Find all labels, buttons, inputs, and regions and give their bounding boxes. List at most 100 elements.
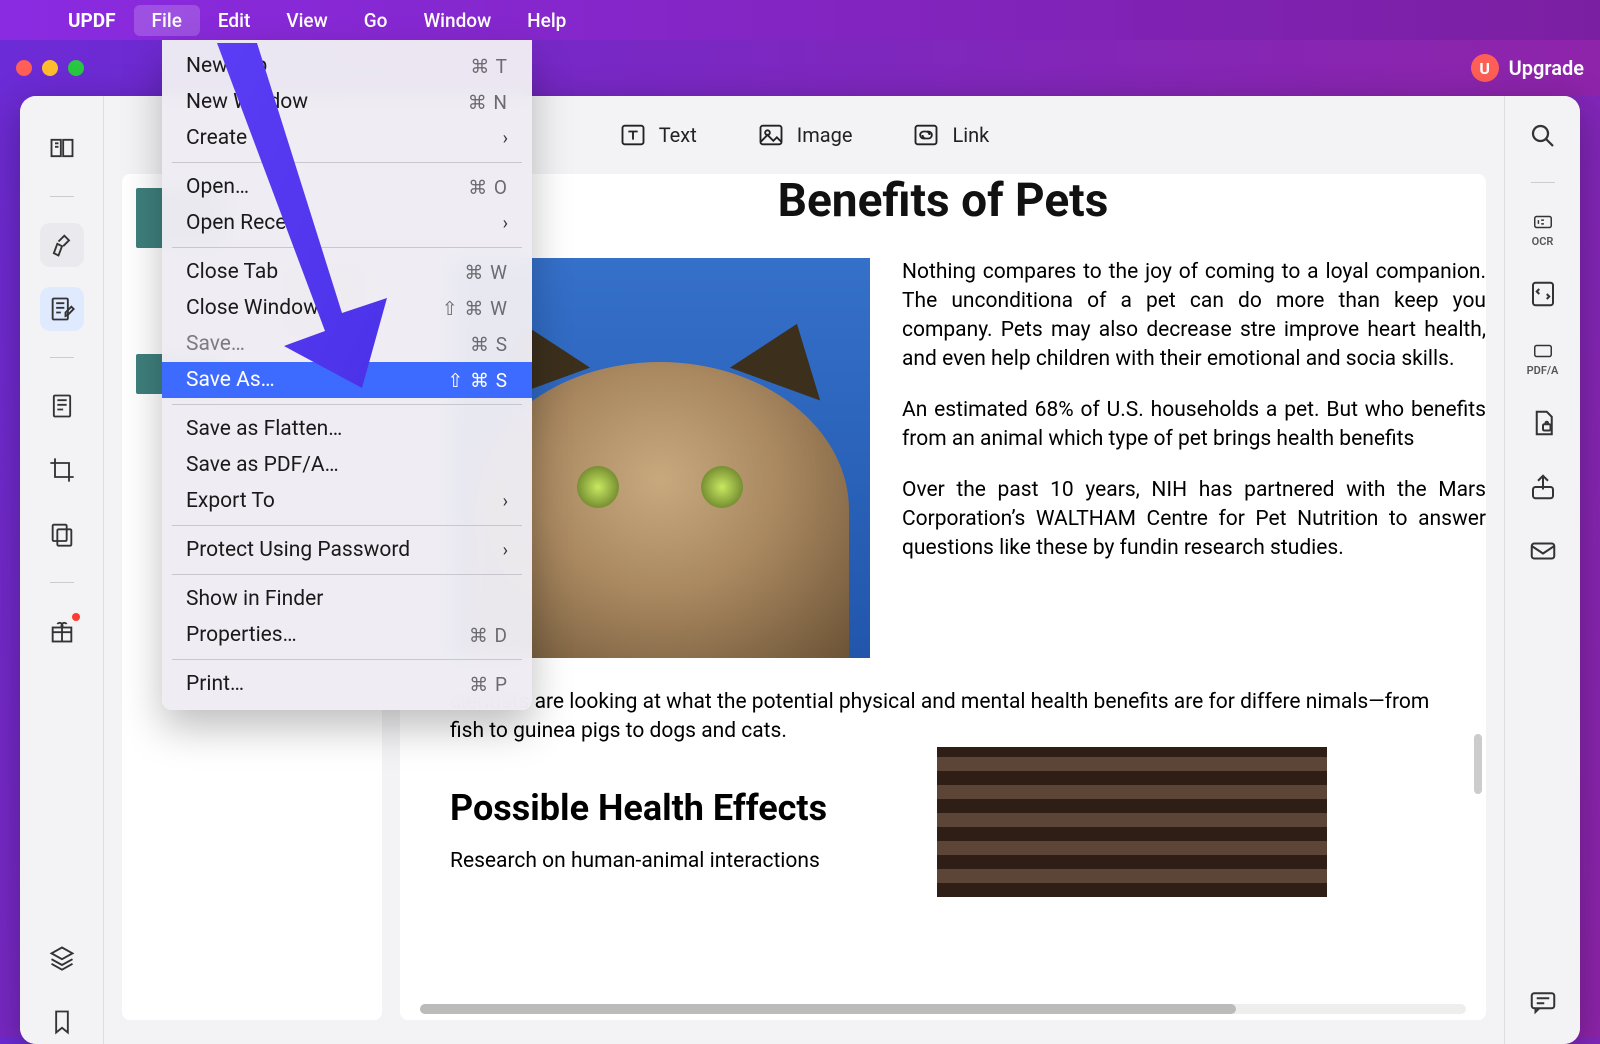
chevron-right-icon: ›: [503, 540, 508, 561]
menu-item-label: Save As…: [186, 368, 275, 392]
comment-button[interactable]: [1521, 984, 1565, 1020]
highlighter-icon: [48, 231, 76, 259]
upgrade-button[interactable]: U Upgrade: [1471, 54, 1584, 82]
file-menu-item-print[interactable]: Print… ⌘ P: [162, 666, 532, 702]
menu-item-shortcut: ⌘ D: [469, 624, 508, 647]
highlight-tool[interactable]: [40, 223, 84, 267]
file-menu-item-close-tab[interactable]: Close Tab ⌘ W: [162, 254, 532, 290]
file-menu-item-new-tab[interactable]: New Tab⌘ T: [162, 48, 532, 84]
menubar-item-view[interactable]: View: [268, 5, 345, 36]
document-title: Benefits of Pets: [400, 174, 1486, 228]
share-button[interactable]: [1521, 469, 1565, 505]
file-menu-item-create[interactable]: Create›: [162, 120, 532, 156]
text-icon: [619, 121, 647, 149]
file-menu-item-new-window[interactable]: New Window ⌘ N: [162, 84, 532, 120]
menu-item-label: Close Window: [186, 296, 319, 320]
menu-item-label: Save…: [186, 332, 245, 356]
document-paragraph: Nothing compares to the joy of coming to…: [902, 258, 1486, 374]
horizontal-scrollbar[interactable]: [420, 1004, 1466, 1014]
share-icon: [1528, 472, 1558, 502]
document-paragraph: cientists are looking at what the potent…: [400, 688, 1486, 747]
document-paragraph: Research on human-animal interactions: [450, 849, 877, 873]
menu-item-shortcut: ⌘ N: [468, 91, 508, 114]
ocr-button[interactable]: OCR: [1521, 211, 1565, 248]
menu-item-label: New Tab: [186, 54, 267, 78]
document-image-shutters: [937, 747, 1327, 897]
menu-separator: [172, 659, 522, 660]
layers-icon: [48, 944, 76, 972]
crop-icon: [48, 456, 76, 484]
file-menu-item-save-as-pdf-a[interactable]: Save as PDF/A…: [162, 447, 532, 483]
crop-tool[interactable]: [40, 448, 84, 492]
search-button[interactable]: [1521, 118, 1565, 154]
menubar-item-window[interactable]: Window: [405, 5, 509, 36]
menu-item-label: Save as PDF/A…: [186, 453, 339, 477]
menu-item-label: Export To: [186, 489, 275, 513]
minimize-window-button[interactable]: [42, 60, 58, 76]
menu-separator: [172, 404, 522, 405]
menu-item-label: Close Tab: [186, 260, 278, 284]
left-toolbar: [20, 96, 104, 1044]
bookmark-tool[interactable]: [40, 1000, 84, 1044]
menubar-item-go[interactable]: Go: [346, 5, 406, 36]
file-menu-item-save-as-flatten[interactable]: Save as Flatten…: [162, 411, 532, 447]
scrollbar-thumb[interactable]: [420, 1004, 1236, 1014]
link-tool-label: Link: [952, 123, 989, 147]
menu-item-label: Open Recent: [186, 211, 305, 235]
close-window-button[interactable]: [16, 60, 32, 76]
file-menu-item-close-window[interactable]: Close Window⇧ ⌘ W: [162, 290, 532, 326]
right-toolbar: OCR PDF/A: [1504, 96, 1580, 1044]
menu-item-shortcut: ⌘ O: [468, 176, 508, 199]
file-menu-item-protect-using-password[interactable]: Protect Using Password ›: [162, 532, 532, 568]
form-tool[interactable]: [40, 384, 84, 428]
maximize-window-button[interactable]: [68, 60, 84, 76]
convert-button[interactable]: [1521, 276, 1565, 312]
menu-item-shortcut: ⌘ W: [464, 261, 508, 284]
pdfa-label: PDF/A: [1527, 364, 1559, 377]
menu-separator: [172, 247, 522, 248]
layers-tool[interactable]: [40, 936, 84, 980]
protect-button[interactable]: [1521, 405, 1565, 441]
text-tool[interactable]: Text: [619, 121, 697, 149]
page: Benefits of Pets Nothing compares to t: [400, 174, 1486, 1020]
link-tool[interactable]: Link: [912, 121, 989, 149]
window-controls: [16, 60, 84, 76]
reader-tool[interactable]: [40, 126, 84, 170]
chevron-right-icon: ›: [503, 491, 508, 512]
edit-tool[interactable]: [40, 287, 84, 331]
file-menu-item-save[interactable]: Save… ⌘ S: [162, 326, 532, 362]
pdfa-icon: [1529, 340, 1557, 362]
document-paragraph: Over the past 10 years, NIH has partnere…: [902, 476, 1486, 563]
menu-item-label: Print…: [186, 672, 244, 696]
file-menu-item-export-to[interactable]: Export To ›: [162, 483, 532, 519]
file-menu-item-properties[interactable]: Properties…⌘ D: [162, 617, 532, 653]
gift-tool[interactable]: [40, 609, 84, 653]
file-menu-item-open[interactable]: Open… ⌘ O: [162, 169, 532, 205]
file-menu[interactable]: New Tab⌘ TNew Window⌘ NCreate›Open…⌘ OOp…: [162, 40, 532, 710]
pdfa-button[interactable]: PDF/A: [1521, 340, 1565, 377]
menu-separator: [172, 162, 522, 163]
menu-item-label: New Window: [186, 90, 308, 114]
mail-button[interactable]: [1521, 533, 1565, 569]
menu-item-shortcut: ⌘ P: [469, 673, 508, 696]
file-menu-item-open-recent[interactable]: Open Recent›: [162, 205, 532, 241]
upgrade-label: Upgrade: [1509, 56, 1584, 80]
document-heading: Possible Health Effects: [450, 747, 877, 849]
organize-tool[interactable]: [40, 512, 84, 556]
menubar-item-help[interactable]: Help: [509, 5, 584, 36]
menu-item-label: Open…: [186, 175, 249, 199]
image-tool[interactable]: Image: [757, 121, 853, 149]
vertical-scrollbar[interactable]: [1474, 734, 1482, 794]
menu-item-label: Protect Using Password: [186, 538, 410, 562]
pages-icon: [48, 520, 76, 548]
menubar-item-edit[interactable]: Edit: [200, 5, 268, 36]
file-menu-item-save-as[interactable]: Save As…⇧ ⌘ S: [162, 362, 532, 398]
menubar-item-file[interactable]: File: [134, 5, 200, 36]
menubar-app[interactable]: UPDF: [50, 5, 134, 36]
menu-item-label: Save as Flatten…: [186, 417, 342, 441]
page-viewport[interactable]: Benefits of Pets Nothing compares to t: [400, 174, 1486, 1020]
link-icon: [912, 121, 940, 149]
document-text-column: Nothing compares to the joy of coming to…: [902, 258, 1486, 658]
file-menu-item-show-in-finder[interactable]: Show in Finder: [162, 581, 532, 617]
menu-item-shortcut: ⌘ S: [470, 333, 508, 356]
